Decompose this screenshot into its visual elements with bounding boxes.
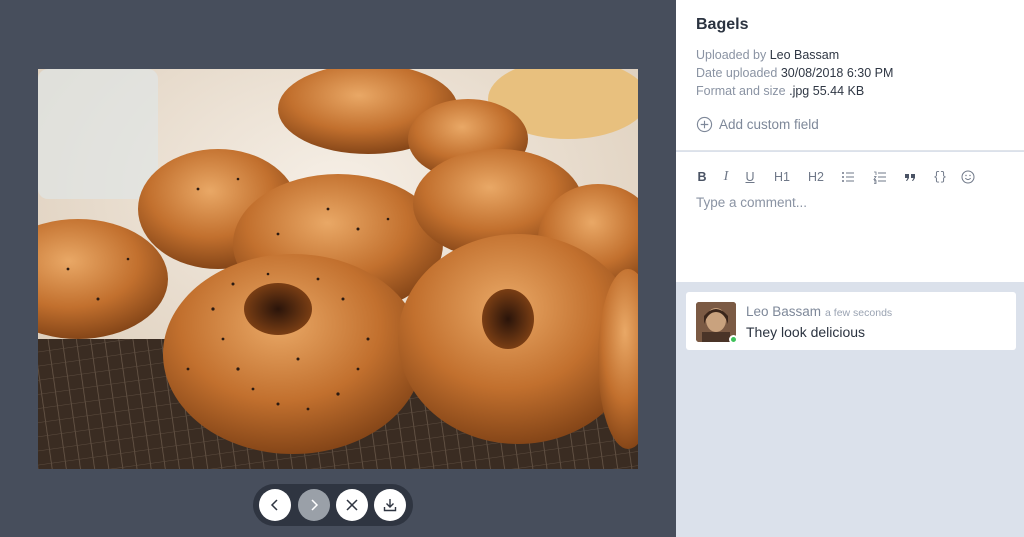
quote-icon [905,174,915,181]
comment-author-row: Leo Bassam a few seconds [746,304,892,319]
file-title: Bagels [696,16,749,33]
uploaded-by-label: Uploaded by [696,48,767,62]
close-button[interactable] [336,489,368,521]
viewer-controls [253,484,413,526]
format-size-value: .jpg 55.44 KB [789,84,865,98]
quote-button[interactable] [902,168,918,186]
chevron-right-icon [311,499,319,511]
numbered-list-button[interactable] [872,168,888,186]
numbered-list-icon [873,171,886,184]
bullet-list-icon [842,172,854,182]
date-uploaded-row: Date uploaded 30/08/2018 6:30 PM [696,66,893,80]
date-uploaded-value: 30/08/2018 6:30 PM [780,66,894,80]
previous-button[interactable] [259,489,291,521]
chevron-left-icon [270,499,278,511]
format-size-label: Format and size [696,84,786,98]
underline-button[interactable]: U [744,168,756,186]
details-panel: Bagels Uploaded by Leo Bassam Date uploa… [676,0,1024,537]
file-info: Bagels Uploaded by Leo Bassam Date uploa… [676,0,1024,151]
add-custom-field-button[interactable]: Add custom field [696,116,819,133]
comment-text: They look delicious [746,324,866,340]
plus-circle-icon [696,116,713,133]
close-icon [346,499,358,511]
heading1-button[interactable]: H1 [772,168,792,186]
code-button[interactable]: {} [932,168,948,186]
bullet-list-button[interactable] [840,168,856,186]
date-uploaded-label: Date uploaded [696,66,778,80]
comment-editor: B I U H1 H2 {} [676,152,1024,282]
add-custom-field-label: Add custom field [719,117,819,132]
comment-input[interactable] [696,195,996,210]
format-size-row: Format and size .jpg 55.44 KB [696,84,864,98]
comment-author[interactable]: Leo Bassam [746,304,821,319]
bagels-photo [38,69,638,469]
italic-button[interactable]: I [720,168,732,186]
uploaded-by-row: Uploaded by Leo Bassam [696,48,839,62]
next-button[interactable] [298,489,330,521]
heading2-button[interactable]: H2 [806,168,826,186]
uploaded-by-value: Leo Bassam [769,48,840,62]
download-button[interactable] [374,489,406,521]
online-status-dot [729,335,738,344]
download-icon [383,499,397,512]
emoji-icon [961,170,975,184]
comment-timestamp: a few seconds [825,307,893,319]
image-viewer [0,0,676,537]
bold-button[interactable]: B [696,168,708,186]
comment-card: Leo Bassam a few seconds They look delici… [686,292,1016,350]
emoji-button[interactable] [960,168,976,186]
